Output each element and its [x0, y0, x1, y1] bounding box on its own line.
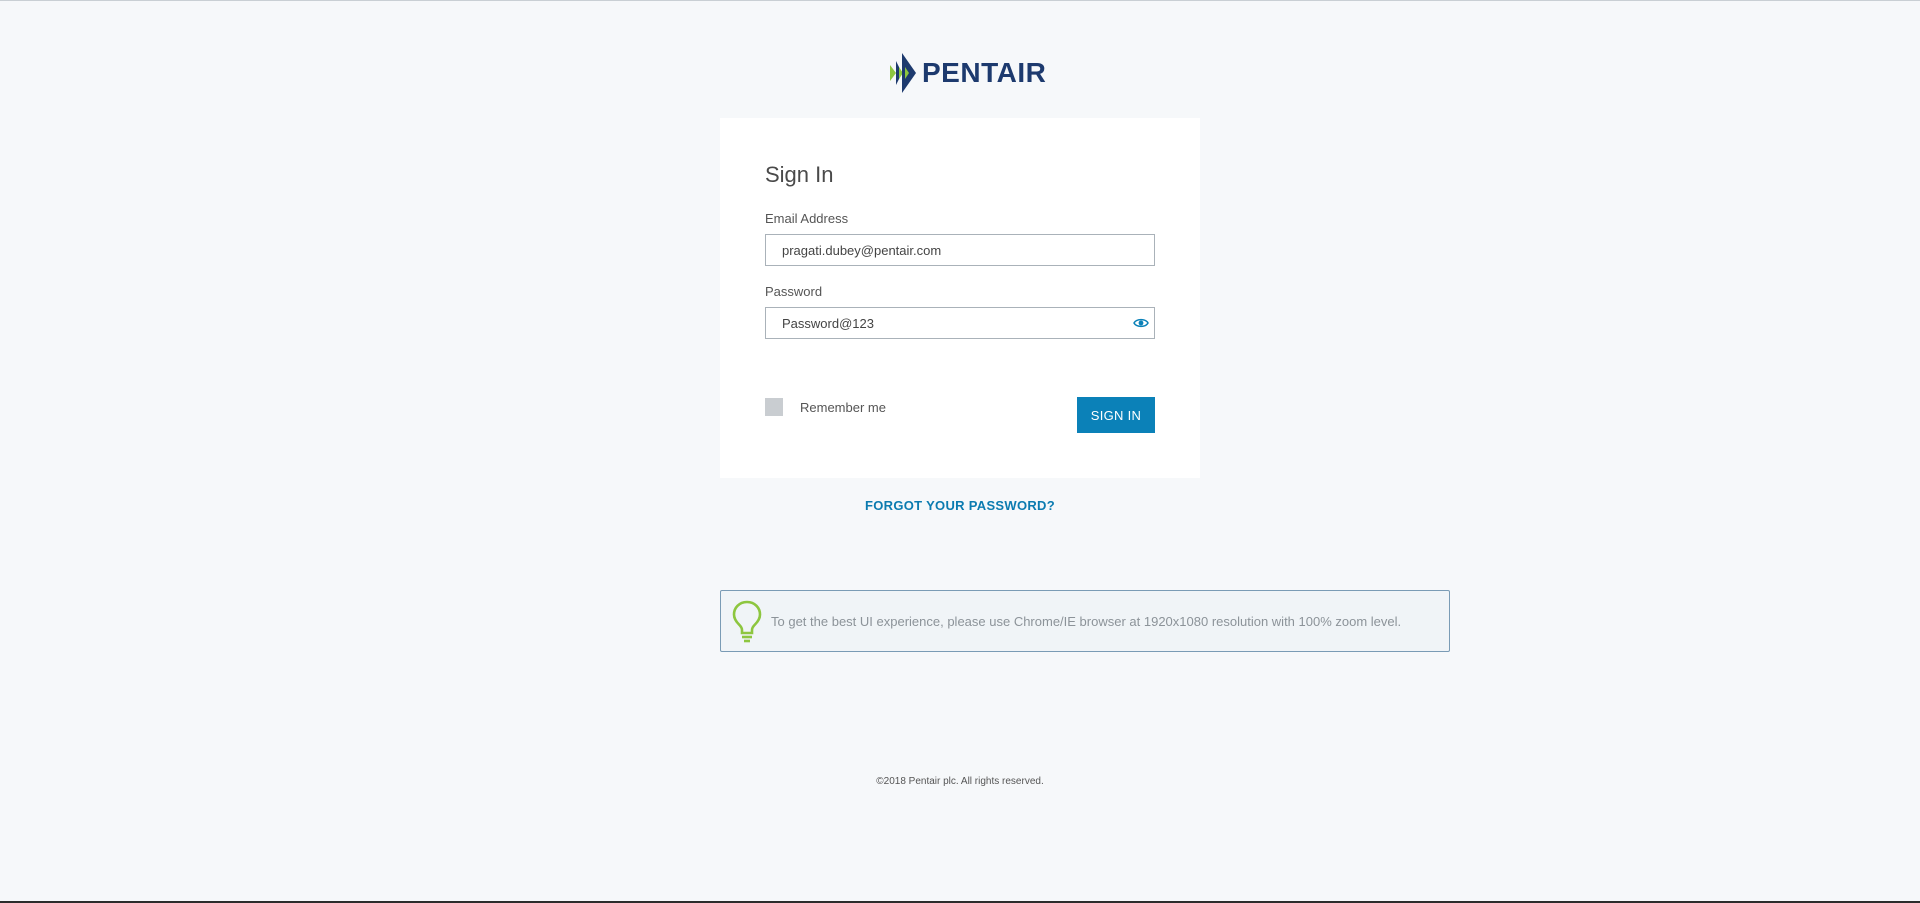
browser-tip-text: To get the best UI experience, please us…: [771, 613, 1402, 629]
copyright-footer: ©2018 Pentair plc. All rights reserved.: [876, 776, 1044, 787]
top-border: [0, 0, 1920, 1]
email-label: Email Address: [765, 211, 849, 226]
pentair-logo-text: PENTAIR: [922, 57, 1047, 88]
signin-card: Sign In Email Address pragati.dubey@pent…: [720, 118, 1200, 478]
browser-tip-banner: To get the best UI experience, please us…: [720, 590, 1450, 652]
remember-me[interactable]: Remember me: [765, 398, 886, 416]
pentair-logo: PENTAIR: [888, 51, 1046, 95]
forgot-password-link[interactable]: FORGOT YOUR PASSWORD?: [720, 498, 1200, 513]
lightbulb-icon: [732, 600, 762, 643]
remember-me-label: Remember me: [800, 399, 886, 415]
email-field[interactable]: pragati.dubey@pentair.com: [765, 234, 1155, 266]
password-value: Password@123: [782, 315, 874, 331]
password-field[interactable]: Password@123: [765, 307, 1155, 339]
signin-title: Sign In: [765, 162, 834, 187]
eye-icon[interactable]: [1133, 316, 1149, 330]
sign-in-button[interactable]: SIGN IN: [1077, 397, 1155, 433]
remember-me-checkbox[interactable]: [765, 398, 783, 416]
email-value: pragati.dubey@pentair.com: [782, 242, 942, 258]
pentair-logo-mark-icon: [890, 53, 916, 93]
password-label: Password: [765, 284, 823, 299]
